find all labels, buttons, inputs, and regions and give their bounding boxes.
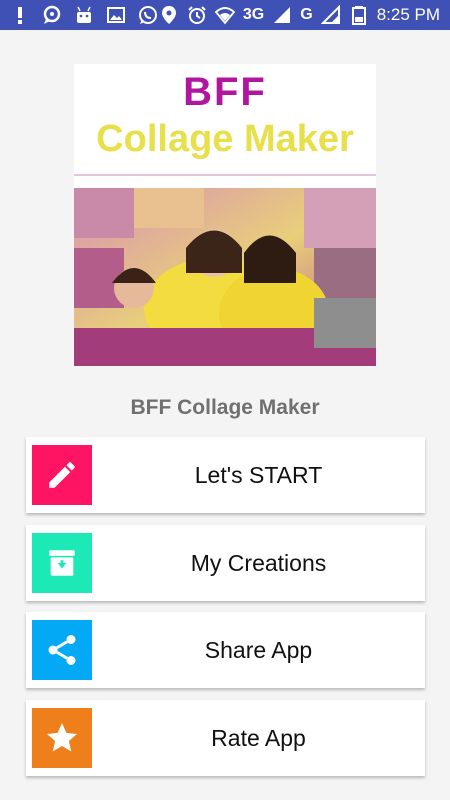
banner-photo [74,188,376,366]
alert-icon [18,7,22,24]
status-bar-right: 3G G 8:25 PM [159,5,440,25]
menu-icon-background [32,445,92,505]
lets-start-button[interactable]: Let's START [26,437,425,513]
rate-app-button[interactable]: Rate App [26,700,425,776]
banner-divider [74,174,376,176]
menu-icon-background [32,533,92,593]
my-creations-button[interactable]: My Creations [26,525,425,601]
star-icon [47,723,77,752]
menu-label: Share App [204,637,313,663]
status-time: 8:25 PM [376,5,440,24]
download-box-icon [49,550,75,576]
whatsapp-icon [139,6,157,24]
chat-icon [43,5,61,24]
share-app-button[interactable]: Share App [26,612,425,688]
banner-title-bff: BFF [183,70,267,114]
menu-label: Rate App [211,725,306,751]
pencil-icon [49,462,75,488]
battery-icon [351,6,366,25]
signal-icon [274,7,291,23]
network-type-3g: 3G [242,6,265,23]
menu-label: My Creations [190,550,327,576]
location-icon [161,6,176,24]
app-banner: BFF Collage Maker [74,64,376,366]
app-name: BFF Collage Maker [130,396,320,419]
alarm-icon [188,6,206,24]
menu-icon-background [32,708,92,768]
network-type-g: G [300,6,313,23]
status-bar-left [10,5,158,25]
wifi-icon [214,7,235,25]
banner-title-collage: Collage Maker [96,118,354,160]
signal-icon [320,5,340,24]
status-bar: 3G G 8:25 PM [0,0,450,30]
menu-icon-background [32,620,92,680]
image-icon [107,7,125,23]
android-icon [77,6,91,23]
menu-label: Let's START [194,462,323,488]
share-icon [48,635,76,665]
